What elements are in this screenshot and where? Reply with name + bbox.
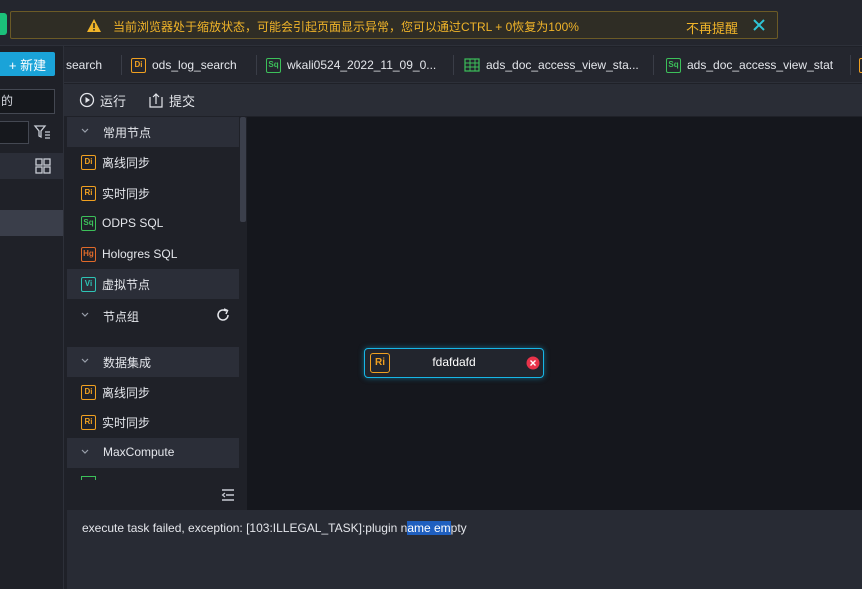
tab-label: wkali0524_2022_11_09_0...	[287, 58, 437, 72]
editor-toolbar: 运行 提交	[64, 84, 862, 116]
tab-ads-doc-table[interactable]: ads_doc_access_view_sta...	[453, 55, 639, 75]
node-palette: 常用节点 Di 离线同步 Ri 实时同步 Sq ODPS SQL Hg Holo…	[67, 117, 247, 510]
log-text: execute task failed, exception: [103:ILL…	[82, 521, 408, 535]
grid-view-icon[interactable]	[35, 158, 51, 174]
item-label: Hologres SQL	[102, 247, 178, 261]
group-common-nodes[interactable]: 常用节点	[67, 117, 239, 147]
palette-item-realtime-sync[interactable]: Ri 实时同步	[67, 407, 239, 437]
ri-icon: Ri	[81, 414, 96, 430]
tree-row[interactable]	[0, 153, 63, 179]
tab-search[interactable]: search	[66, 55, 102, 75]
palette-item-virtual-node[interactable]: Vi 虚拟节点	[67, 269, 239, 299]
editor-tabs: search Di ods_log_search Sq wkali0524_20…	[64, 47, 862, 83]
tab-divider	[850, 55, 851, 75]
group-label: 节点组	[103, 310, 140, 324]
sq-icon: Sq	[81, 215, 96, 231]
filter-input[interactable]	[0, 121, 29, 144]
log-selection: ame em	[407, 521, 451, 535]
item-label: 离线同步	[102, 155, 151, 170]
log-message[interactable]: execute task failed, exception: [103:ILL…	[82, 521, 467, 535]
submit-label: 提交	[169, 93, 196, 109]
error-status-icon	[526, 356, 540, 370]
tree-row-selected[interactable]	[0, 210, 63, 236]
chevron-down-icon	[81, 128, 89, 133]
palette-scrollbar[interactable]	[240, 117, 246, 222]
run-label: 运行	[100, 93, 127, 109]
sq-icon: Sq	[666, 57, 681, 73]
sidebar-accent	[0, 13, 7, 35]
tab-ods-log-search[interactable]: Di ods_log_search	[121, 55, 237, 75]
dont-remind-button[interactable]: 不再提醒	[686, 18, 738, 37]
log-text: pty	[450, 521, 467, 535]
palette-item-hologres-sql[interactable]: Hg Hologres SQL	[67, 239, 239, 269]
node-label: fdafdafd	[432, 355, 476, 369]
tab-label: ads_doc_access_view_stat	[687, 58, 834, 72]
sq-icon: Sq	[266, 57, 281, 73]
partial-item-icon	[81, 476, 96, 480]
chevron-down-icon	[81, 358, 89, 363]
tab-wkali-sql[interactable]: Sq wkali0524_2022_11_09_0...	[256, 55, 437, 75]
group-label: MaxCompute	[103, 445, 175, 459]
new-button[interactable]: + 新建	[0, 52, 55, 76]
table-icon	[464, 58, 480, 72]
di-icon: Di	[131, 57, 146, 73]
close-icon[interactable]	[749, 15, 769, 35]
search-input[interactable]: 的	[0, 89, 55, 114]
refresh-icon[interactable]	[215, 307, 231, 323]
tab-overflow[interactable]	[850, 55, 862, 75]
collapse-panel-icon[interactable]	[221, 488, 235, 502]
filter-icon[interactable]	[33, 123, 51, 141]
item-label: 虚拟节点	[102, 277, 151, 292]
upload-icon	[149, 93, 163, 108]
item-label: ODPS SQL	[102, 216, 164, 230]
group-node-groups[interactable]: 节点组	[67, 300, 239, 330]
zoom-warning-banner: 当前浏览器处于缩放状态，可能会引起页面显示异常，您可以通过CTRL + 0恢复为…	[10, 11, 778, 39]
warning-icon	[87, 19, 101, 32]
item-label: 实时同步	[102, 415, 151, 430]
workflow-canvas[interactable]: Ri fdafdafd	[247, 117, 862, 510]
tab-divider	[121, 55, 122, 75]
left-panel: + 新建 的	[0, 46, 64, 589]
tab-divider	[256, 55, 257, 75]
palette-item-offline-sync[interactable]: Di 离线同步	[67, 147, 239, 177]
hg-icon: Hg	[81, 246, 96, 262]
run-button[interactable]: 运行	[79, 91, 126, 109]
play-icon	[79, 92, 95, 108]
group-maxcompute[interactable]: MaxCompute	[67, 438, 239, 468]
tab-label: search	[66, 58, 103, 72]
vi-icon: Vi	[81, 276, 96, 292]
palette-item-odps-sql[interactable]: Sq ODPS SQL	[67, 208, 239, 238]
submit-button[interactable]: 提交	[148, 91, 195, 109]
item-label: 实时同步	[102, 186, 151, 201]
di-icon: Di	[81, 154, 96, 170]
group-data-integration[interactable]: 数据集成	[67, 347, 239, 377]
tab-divider	[453, 55, 454, 75]
item-label: 离线同步	[102, 385, 151, 400]
group-label: 数据集成	[103, 356, 152, 370]
palette-item-realtime-sync[interactable]: Ri 实时同步	[67, 178, 239, 208]
tab-ads-doc-sql[interactable]: Sq ads_doc_access_view_stat	[653, 55, 834, 75]
ri-icon: Ri	[81, 185, 96, 201]
chevron-down-icon	[81, 449, 89, 454]
workflow-node[interactable]: Ri fdafdafd	[364, 348, 544, 378]
di-icon: Di	[81, 384, 96, 400]
tab-divider	[653, 55, 654, 75]
palette-item-offline-sync[interactable]: Di 离线同步	[67, 377, 239, 407]
run-log-panel: execute task failed, exception: [103:ILL…	[67, 510, 862, 589]
group-label: 常用节点	[103, 126, 152, 140]
warning-message: 当前浏览器处于缩放状态，可能会引起页面显示异常，您可以通过CTRL + 0恢复为…	[113, 20, 579, 34]
tab-label: ads_doc_access_view_sta...	[486, 58, 639, 72]
tab-label: ods_log_search	[152, 58, 237, 72]
top-bar: 当前浏览器处于缩放状态，可能会引起页面显示异常，您可以通过CTRL + 0恢复为…	[0, 0, 862, 46]
chevron-down-icon	[81, 312, 89, 317]
